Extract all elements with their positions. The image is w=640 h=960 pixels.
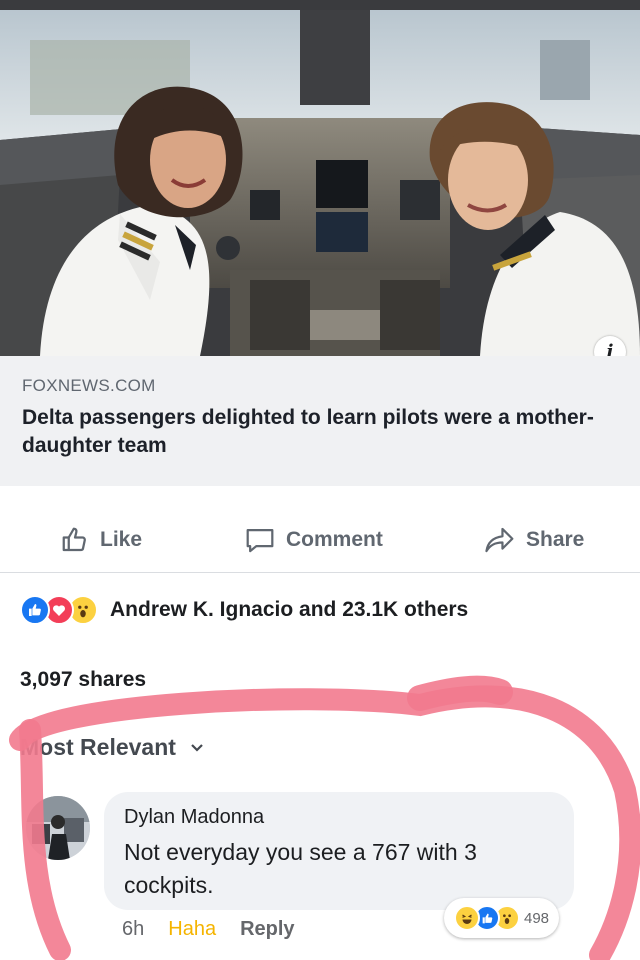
comment-button[interactable]: Comment <box>244 524 383 556</box>
comment-icon <box>246 529 274 553</box>
comment-sort-dropdown[interactable]: Most Relevant <box>20 734 204 761</box>
comment-author[interactable]: Dylan Madonna <box>124 806 264 829</box>
sort-label: Most Relevant <box>20 734 176 760</box>
like-label: Like <box>100 528 143 551</box>
comment-meta: 6h Haha Reply <box>122 918 295 941</box>
comment-reaction-button[interactable]: Haha <box>168 918 216 941</box>
share-button[interactable]: Share <box>484 524 584 556</box>
comment-bubble: Dylan Madonna Not everyday you see a 767… <box>104 792 574 910</box>
link-title[interactable]: Delta passengers delighted to learn pilo… <box>22 404 612 460</box>
thumbs-up-icon <box>62 527 86 552</box>
post-actions: Like Comment Share <box>0 508 640 573</box>
haha-icon <box>454 905 480 931</box>
share-icon <box>485 527 514 553</box>
like-icon <box>20 595 50 625</box>
reply-button[interactable]: Reply <box>240 918 294 941</box>
comment-timestamp[interactable]: 6h <box>122 918 144 941</box>
comment-reactions[interactable]: 498 <box>444 898 560 938</box>
chevron-down-icon <box>191 743 203 752</box>
reactions-summary[interactable]: Andrew K. Ignacio and 23.1K others <box>20 594 468 626</box>
like-button[interactable]: Like <box>60 524 142 556</box>
shares-count[interactable]: 3,097 shares <box>20 668 146 692</box>
comment-reaction-count: 498 <box>524 909 550 927</box>
reactions-text[interactable]: Andrew K. Ignacio and 23.1K others <box>110 598 468 622</box>
share-label: Share <box>526 528 585 551</box>
comment-label: Comment <box>286 528 383 551</box>
link-preview[interactable]: FOXNEWS.COM Delta passengers delighted t… <box>0 356 640 486</box>
link-domain: FOXNEWS.COM <box>22 376 156 395</box>
avatar[interactable] <box>26 796 90 860</box>
comment-text: Not everyday you see a 767 with 3 cockpi… <box>124 839 477 898</box>
article-photo[interactable] <box>0 0 640 356</box>
